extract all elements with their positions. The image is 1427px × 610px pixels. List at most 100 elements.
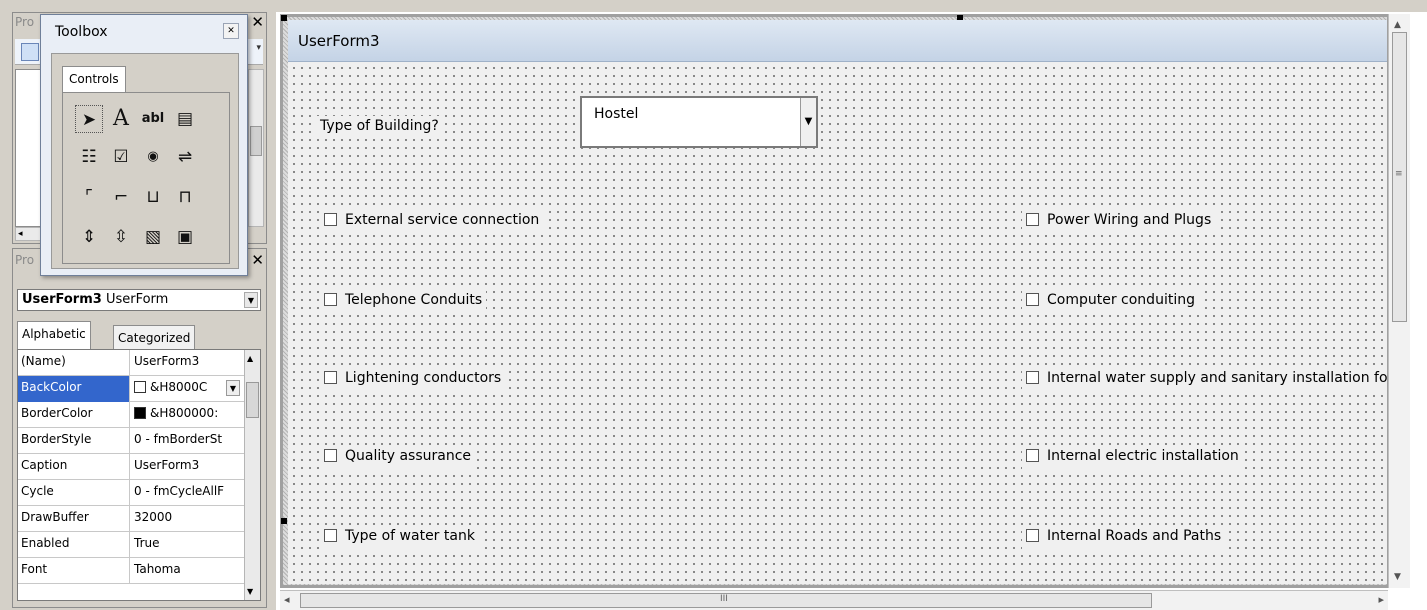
- checkbox-box[interactable]: [324, 371, 337, 384]
- property-grid-vscroll-thumb[interactable]: [246, 382, 259, 418]
- label-icon[interactable]: A: [107, 105, 135, 133]
- checkbox-box[interactable]: [324, 529, 337, 542]
- refedit-icon[interactable]: ▣: [171, 223, 199, 251]
- color-swatch: [134, 407, 146, 419]
- checkbox-label: Internal electric installation: [1047, 448, 1239, 464]
- checkbox-box[interactable]: [324, 449, 337, 462]
- toolbox-close-icon[interactable]: ✕: [223, 23, 239, 39]
- property-row[interactable]: Cycle 0 - fmCycleAllF: [18, 480, 244, 506]
- image-icon[interactable]: ▧: [139, 223, 167, 251]
- optionbutton-icon[interactable]: ◉: [139, 143, 167, 171]
- combobox-icon[interactable]: ▤: [171, 105, 199, 133]
- property-value[interactable]: 0 - fmBorderSt: [131, 428, 244, 454]
- property-value[interactable]: Tahoma: [131, 558, 244, 584]
- checkbox-label: External service connection: [345, 212, 540, 228]
- view-code-icon[interactable]: [21, 43, 39, 61]
- checkbox-box[interactable]: [1026, 293, 1039, 306]
- tab-alphabetic[interactable]: Alphabetic: [17, 321, 91, 349]
- tabstrip-icon[interactable]: ⊔: [139, 183, 167, 211]
- property-row[interactable]: BackColor &H8000C ▼: [18, 376, 244, 402]
- building-type-label: Type of Building?: [316, 116, 443, 136]
- property-value-cell[interactable]: &H800000:: [131, 402, 244, 428]
- property-value[interactable]: True: [131, 532, 244, 558]
- chevron-down-icon[interactable]: ▼: [244, 292, 258, 308]
- togglebutton-icon[interactable]: ⇌: [171, 143, 199, 171]
- tab-categorized[interactable]: Categorized: [113, 325, 196, 351]
- designer-hscroll[interactable]: ◂ III ▸: [280, 590, 1388, 610]
- property-value[interactable]: UserForm3: [131, 350, 244, 376]
- toolbox-body: Controls ➤ A abl ▤ ☷ ☑ ◉ ⇌ ⌜ ⌐ ⊔ ⊓ ⇕ ⇳ ▧…: [51, 53, 239, 269]
- checkbox-icon[interactable]: ☑: [107, 143, 135, 171]
- commandbutton-icon[interactable]: ⌐: [107, 183, 135, 211]
- property-row[interactable]: BorderStyle 0 - fmBorderSt: [18, 428, 244, 454]
- property-row[interactable]: Enabled True: [18, 532, 244, 558]
- toolbar-dropdown-icon[interactable]: ▾: [256, 43, 261, 53]
- project-vscroll-thumb[interactable]: [250, 126, 262, 156]
- checkbox-computer-conduiting[interactable]: Computer conduiting: [1022, 290, 1199, 314]
- scroll-grip-icon: III: [720, 594, 728, 604]
- checkbox-water-tank[interactable]: Type of water tank: [320, 526, 479, 550]
- form-title-bar[interactable]: UserForm3: [288, 20, 1387, 62]
- property-value[interactable]: UserForm3: [131, 454, 244, 480]
- property-name: (Name): [18, 350, 130, 376]
- property-row[interactable]: (Name) UserForm3: [18, 350, 244, 376]
- resize-handle[interactable]: [281, 15, 287, 21]
- checkbox-external-service[interactable]: External service connection: [320, 210, 544, 234]
- scroll-up-icon[interactable]: ▲: [247, 354, 253, 363]
- scrollbar-icon[interactable]: ⇕: [75, 223, 103, 251]
- checkbox-label: Lightening conductors: [345, 370, 502, 386]
- building-type-combobox[interactable]: Hostel ▼: [580, 96, 818, 148]
- checkbox-internal-water-supply[interactable]: Internal water supply and sanitary insta…: [1022, 368, 1387, 392]
- property-row[interactable]: BorderColor &H800000:: [18, 402, 244, 428]
- checkbox-box[interactable]: [1026, 449, 1039, 462]
- multipage-icon[interactable]: ⊓: [171, 183, 199, 211]
- scroll-right-icon[interactable]: ▸: [1378, 593, 1384, 606]
- checkbox-label: Computer conduiting: [1047, 292, 1195, 308]
- property-row[interactable]: Font Tahoma: [18, 558, 244, 584]
- checkbox-box[interactable]: [1026, 529, 1039, 542]
- checkbox-telephone-conduits[interactable]: Telephone Conduits: [320, 290, 487, 314]
- designer-vscroll[interactable]: ▲ ≡ ▼: [1388, 14, 1410, 588]
- spinbutton-icon[interactable]: ⇳: [107, 223, 135, 251]
- checkbox-label: Quality assurance: [345, 448, 472, 464]
- checkbox-box[interactable]: [324, 293, 337, 306]
- tab-controls[interactable]: Controls: [62, 66, 126, 92]
- frame-icon[interactable]: ⌜: [75, 183, 103, 211]
- project-pane-title: Pro: [15, 15, 35, 29]
- scroll-down-icon[interactable]: ▼: [247, 587, 253, 596]
- userform-window: UserForm3 Type of Building? Hostel ▼ Ext…: [288, 20, 1387, 584]
- checkbox-box[interactable]: [1026, 371, 1039, 384]
- resize-handle[interactable]: [281, 518, 287, 524]
- property-row[interactable]: Caption UserForm3: [18, 454, 244, 480]
- chevron-down-icon[interactable]: ▼: [800, 98, 816, 146]
- color-swatch: [134, 381, 146, 393]
- property-row[interactable]: DrawBuffer 32000: [18, 506, 244, 532]
- property-name: Font: [18, 558, 130, 584]
- property-value[interactable]: 0 - fmCycleAllF: [131, 480, 244, 506]
- checkbox-quality-assurance[interactable]: Quality assurance: [320, 446, 476, 470]
- object-selector[interactable]: UserForm3 UserForm ▼: [17, 289, 261, 311]
- scroll-up-icon[interactable]: ▲: [1394, 20, 1401, 30]
- form-canvas[interactable]: Type of Building? Hostel ▼ External serv…: [288, 62, 1387, 584]
- checkbox-power-wiring[interactable]: Power Wiring and Plugs: [1022, 210, 1216, 234]
- property-grid-vscroll[interactable]: ▲ ▼: [244, 350, 260, 600]
- checkbox-label: Internal Roads and Paths: [1047, 528, 1222, 544]
- building-type-value: Hostel: [594, 106, 639, 122]
- checkbox-box[interactable]: [1026, 213, 1039, 226]
- scroll-down-icon[interactable]: ▼: [1394, 572, 1401, 582]
- chevron-down-icon[interactable]: ▼: [226, 380, 240, 396]
- textbox-icon[interactable]: abl: [139, 105, 167, 133]
- scroll-left-icon[interactable]: ◂: [284, 593, 290, 606]
- property-value-cell[interactable]: &H8000C ▼: [131, 376, 244, 402]
- select-objects-icon[interactable]: ➤: [75, 105, 103, 133]
- checkbox-internal-electric[interactable]: Internal electric installation: [1022, 446, 1243, 470]
- project-tree-vscroll[interactable]: [248, 69, 264, 227]
- scroll-left-icon[interactable]: ◂: [18, 229, 23, 239]
- checkbox-lightening-conductors[interactable]: Lightening conductors: [320, 368, 506, 392]
- checkbox-box[interactable]: [324, 213, 337, 226]
- listbox-icon[interactable]: ☷: [75, 143, 103, 171]
- properties-pane-close-icon[interactable]: ✕: [251, 251, 264, 269]
- project-pane-close-icon[interactable]: ✕: [251, 13, 264, 31]
- property-value[interactable]: 32000: [131, 506, 244, 532]
- checkbox-internal-roads[interactable]: Internal Roads and Paths: [1022, 526, 1226, 550]
